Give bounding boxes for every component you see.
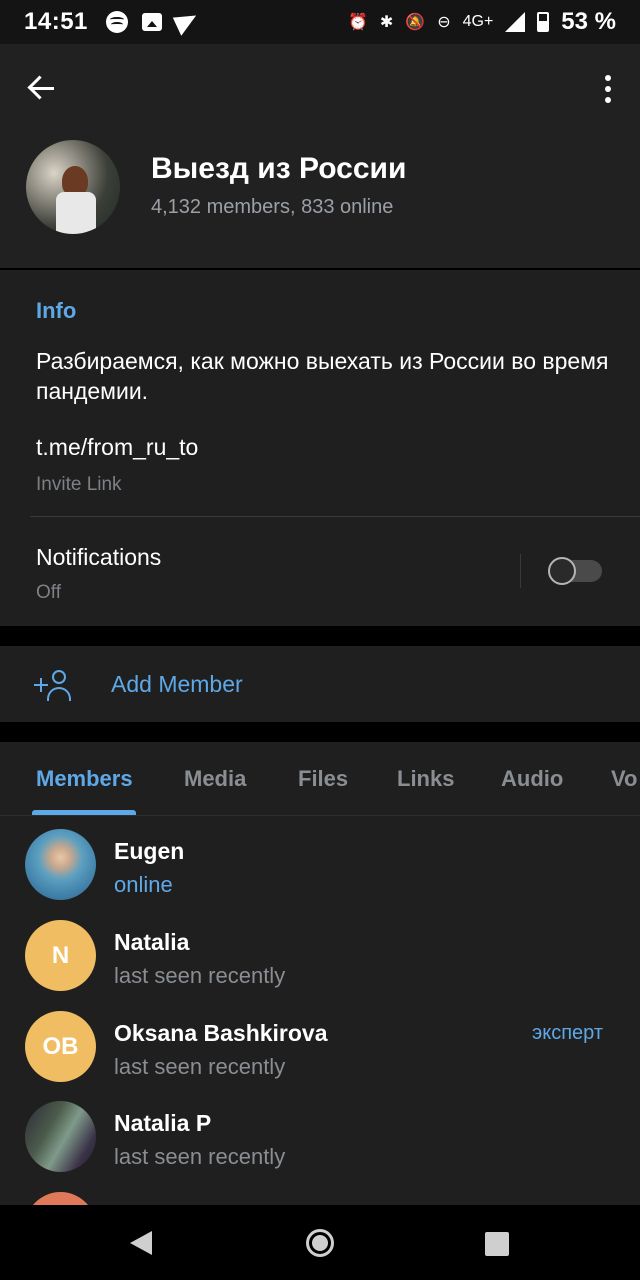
list-item[interactable]: N Natalia last seen recently bbox=[0, 907, 640, 997]
add-member-label: Add Member bbox=[111, 671, 243, 697]
active-tab-indicator bbox=[32, 810, 136, 815]
tab-audio[interactable]: Audio bbox=[501, 766, 563, 792]
battery-icon bbox=[537, 12, 550, 32]
network-type: 4G+ bbox=[462, 13, 494, 30]
divider bbox=[520, 554, 521, 588]
chat-header: Выезд из России 4,132 members, 833 onlin… bbox=[0, 44, 640, 268]
member-name: Natalia P bbox=[114, 1110, 212, 1136]
members-list: Eugen online N Natalia last seen recentl… bbox=[0, 816, 640, 1205]
member-status: last seen recently bbox=[114, 1054, 286, 1079]
spotify-icon bbox=[105, 11, 128, 33]
avatar: OB bbox=[25, 1011, 96, 1082]
group-title: Выезд из России bbox=[151, 152, 407, 185]
group-description: Разбираемся, как можно выехать из России… bbox=[36, 348, 609, 404]
invite-link-label: Invite Link bbox=[36, 474, 122, 495]
media-tabs: Members Media Files Links Audio Vo bbox=[0, 742, 640, 816]
group-avatar[interactable] bbox=[26, 140, 120, 234]
add-person-icon bbox=[34, 670, 74, 702]
gallery-icon bbox=[141, 13, 162, 31]
member-role-badge: эксперт bbox=[532, 1022, 603, 1044]
tab-files[interactable]: Files bbox=[298, 766, 348, 792]
alarm-icon: ⏰ bbox=[347, 14, 368, 31]
tab-members[interactable]: Members bbox=[36, 766, 133, 792]
avatar bbox=[25, 1192, 96, 1205]
add-member-button[interactable]: Add Member bbox=[0, 646, 640, 722]
member-name: Eugen bbox=[114, 838, 185, 864]
avatar bbox=[25, 829, 96, 900]
mute-icon: 🔕 bbox=[405, 14, 426, 31]
notifications-title[interactable]: Notifications bbox=[36, 544, 161, 571]
group-subtitle: 4,132 members, 833 online bbox=[151, 196, 394, 218]
bluetooth-icon: ✱ bbox=[379, 14, 394, 31]
back-arrow-icon[interactable] bbox=[26, 72, 60, 106]
toggle-knob bbox=[548, 557, 576, 585]
battery-percent: 53 % bbox=[561, 8, 616, 35]
divider bbox=[30, 516, 640, 517]
member-name: Oksana Bashkirova bbox=[114, 1020, 328, 1046]
telegram-icon bbox=[172, 8, 202, 36]
notifications-toggle[interactable] bbox=[548, 557, 602, 585]
info-section: Info Разбираемся, как можно выехать из Р… bbox=[0, 270, 640, 626]
status-bar: 14:51 ⏰ ✱ 🔕 ⊖ 4G+ 53 % bbox=[0, 0, 640, 44]
notifications-status: Off bbox=[36, 582, 61, 603]
system-icons: ⏰ ✱ 🔕 ⊖ 4G+ 53 % bbox=[348, 8, 616, 36]
member-status: last seen recently bbox=[114, 963, 286, 988]
member-status: online bbox=[114, 872, 173, 897]
info-heading: Info bbox=[36, 298, 77, 323]
member-name: Natalia bbox=[114, 929, 190, 955]
tab-media[interactable]: Media bbox=[184, 766, 246, 792]
more-vertical-icon[interactable] bbox=[602, 72, 614, 106]
list-item[interactable]: OB Oksana Bashkirova last seen recently … bbox=[0, 998, 640, 1088]
member-status: last seen recently bbox=[114, 1144, 286, 1169]
system-nav-bar bbox=[0, 1205, 640, 1280]
list-item[interactable]: Eugen online bbox=[0, 816, 640, 906]
nav-back-icon[interactable] bbox=[130, 1231, 152, 1255]
avatar: N bbox=[25, 920, 96, 991]
list-item[interactable]: Natalia P last seen recently bbox=[0, 1088, 640, 1178]
invite-link[interactable]: t.me/from_ru_to bbox=[36, 434, 198, 461]
nav-home-icon[interactable] bbox=[306, 1229, 334, 1257]
status-time: 14:51 bbox=[24, 8, 88, 35]
list-item[interactable] bbox=[0, 1179, 640, 1205]
avatar bbox=[25, 1101, 96, 1172]
signal-icon bbox=[505, 12, 526, 32]
tab-links[interactable]: Links bbox=[397, 766, 454, 792]
dnd-icon: ⊖ bbox=[437, 14, 451, 31]
tab-voice[interactable]: Vo bbox=[611, 766, 637, 792]
notification-icons bbox=[105, 8, 202, 36]
nav-recents-icon[interactable] bbox=[485, 1232, 509, 1256]
